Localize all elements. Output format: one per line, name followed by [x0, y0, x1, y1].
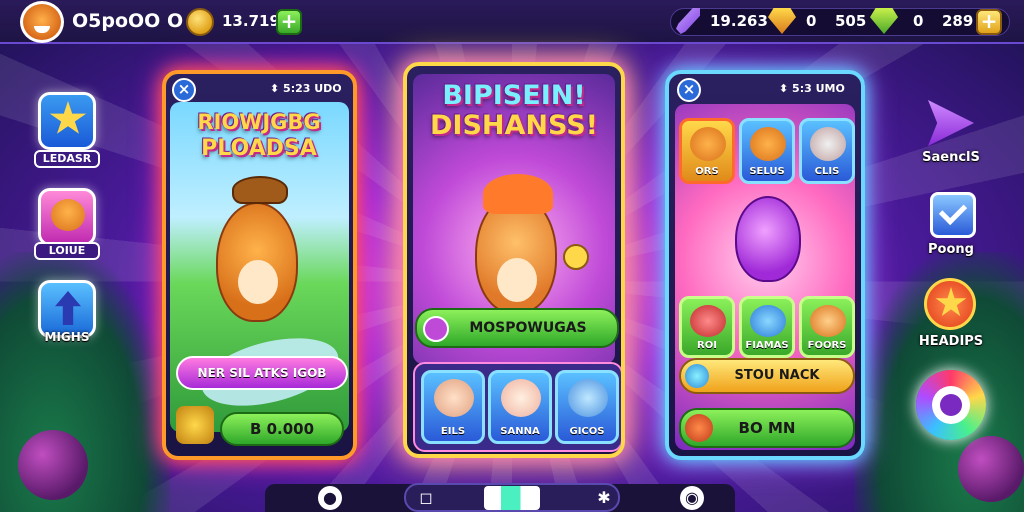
player-avatar[interactable]: [20, 1, 64, 43]
shop-item-bottom-3-name: FOORS: [807, 340, 847, 351]
shop-item-bottom-2-name: FIAMAS: [745, 340, 789, 351]
shop-item-bottom-1-name: ROI: [697, 340, 717, 351]
missions-label: MIGHS: [44, 330, 90, 344]
add-coins-button[interactable]: +: [276, 9, 302, 35]
offer-label: NER SIL ATKS IGOB: [197, 366, 327, 380]
hero-belly: [497, 258, 537, 302]
fruit-icon: [685, 414, 713, 442]
arrow-up-icon: [55, 291, 81, 325]
shop-item-top-3-face: [810, 127, 846, 161]
player-name: O5poOO O: [72, 10, 184, 32]
buy-label: BO MN: [738, 419, 796, 437]
headers-label: HEADIPS: [918, 334, 984, 349]
check-icon[interactable]: [930, 192, 976, 238]
back-icon[interactable]: ◻: [414, 486, 438, 510]
stock-label: STOU NACK: [734, 368, 820, 383]
character-face-2: [501, 379, 541, 417]
gold-gem-count: 505: [835, 12, 867, 30]
offer-button[interactable]: NER SIL ATKS IGOB: [176, 356, 348, 390]
shop-item-top-1[interactable]: ORS: [679, 118, 735, 184]
shop-item-bottom-1[interactable]: ROI: [679, 296, 735, 358]
event-title-line1: RIOWJGBG: [197, 110, 321, 134]
hammer-icon: [563, 244, 589, 270]
shop-item-top-1-face: [690, 127, 726, 161]
shop-item-top-3-name: CLIS: [814, 166, 840, 177]
character-name-2: SANNA: [500, 426, 540, 437]
character-button[interactable]: [38, 188, 96, 246]
fox-belly: [238, 260, 278, 304]
character-name-3: GICOS: [569, 426, 605, 437]
shop-item-bottom-3[interactable]: FOORS: [799, 296, 855, 358]
event-card-left: × ⬍ 5:23 UDO RIOWJGBG PLOADSA NER SIL AT…: [162, 70, 357, 460]
character-label: LOIUE: [34, 242, 100, 260]
center-title-line2: DISHANSS!: [430, 110, 598, 141]
summon-icon: [423, 316, 449, 342]
treasure-icon: [176, 406, 214, 444]
shop-item-bottom-3-face: [810, 305, 846, 337]
pet-character: [735, 196, 801, 282]
shop-timer: ⬍ 5:3 UMO: [779, 82, 845, 95]
profile-icon[interactable]: ◉: [680, 486, 704, 510]
plum-fruit-right: [958, 436, 1024, 502]
shop-item-top-2-name: SELUS: [749, 166, 785, 177]
hat-icon: [232, 176, 288, 204]
fox-face-icon: [51, 199, 85, 231]
play-icon[interactable]: [928, 100, 974, 146]
shop-item-top-1-name: ORS: [695, 166, 719, 177]
center-title-line1: BIPISEIN!: [442, 80, 586, 111]
hero-hair: [483, 174, 553, 214]
character-face-3: [568, 379, 608, 417]
shop-item-bottom-2[interactable]: FIAMAS: [739, 296, 795, 358]
summon-label: MOSPOWUGAS: [469, 320, 587, 336]
character-slot-3[interactable]: GICOS: [555, 370, 619, 444]
character-name-1: EILS: [440, 426, 466, 437]
power-count: 19.263: [710, 12, 768, 30]
event-timer-left: ⬍ 5:23 UDO: [270, 82, 342, 95]
gold-gem-prefix: 0: [806, 12, 817, 30]
close-button-right[interactable]: ×: [677, 78, 701, 102]
green-gem-count: 289: [942, 12, 974, 30]
checkmark: [938, 196, 968, 226]
poong-label: Poong: [928, 242, 974, 257]
shop-scene: ORS SELUS CLIS ROI FIAMAS FOORS: [675, 104, 855, 450]
spin-wheel-button[interactable]: [916, 370, 986, 440]
coin-count: 13.719: [222, 12, 280, 30]
coin-icon: [186, 8, 214, 36]
leaderboard-label: LEDASR: [34, 150, 100, 168]
green-gem-prefix: 0: [913, 12, 924, 30]
shop-item-top-2-face: [750, 127, 786, 161]
price-button[interactable]: B 0.000: [220, 412, 344, 446]
scenes-label: SaenclS: [922, 150, 980, 165]
fox-character: [216, 202, 298, 322]
character-slot-1[interactable]: EILS: [421, 370, 485, 444]
event-card-center: BIPISEIN! DISHANSS! MOSPOWUGAS EILS SANN…: [403, 62, 625, 458]
star-icon: [49, 101, 87, 134]
leaderboard-button[interactable]: [38, 92, 96, 150]
settings-gear-icon[interactable]: ✱: [592, 486, 616, 510]
event-title-line2: PLOADSA: [201, 136, 317, 161]
star-icon-right: [935, 287, 967, 317]
shop-item-bottom-1-face: [690, 305, 726, 337]
shop-item-top-2[interactable]: SELUS: [739, 118, 795, 184]
character-slot-2[interactable]: SANNA: [488, 370, 552, 444]
close-button-left[interactable]: ×: [172, 78, 196, 102]
character-face-1: [434, 379, 474, 417]
home-icon[interactable]: ●: [318, 486, 342, 510]
plum-fruit-left: [18, 430, 88, 500]
shop-item-top-3[interactable]: CLIS: [799, 118, 855, 184]
shop-item-bottom-2-face: [750, 305, 786, 337]
menu-icon[interactable]: [484, 486, 540, 510]
add-gems-button[interactable]: +: [976, 9, 1002, 35]
headers-button[interactable]: [924, 278, 976, 330]
character-row: EILS SANNA GICOS: [413, 362, 621, 452]
shop-card-right: × ⬍ 5:3 UMO ORS SELUS CLIS ROI FIAMAS FO…: [665, 70, 865, 460]
globe-icon: [685, 364, 709, 388]
price-label: B 0.000: [249, 420, 315, 438]
